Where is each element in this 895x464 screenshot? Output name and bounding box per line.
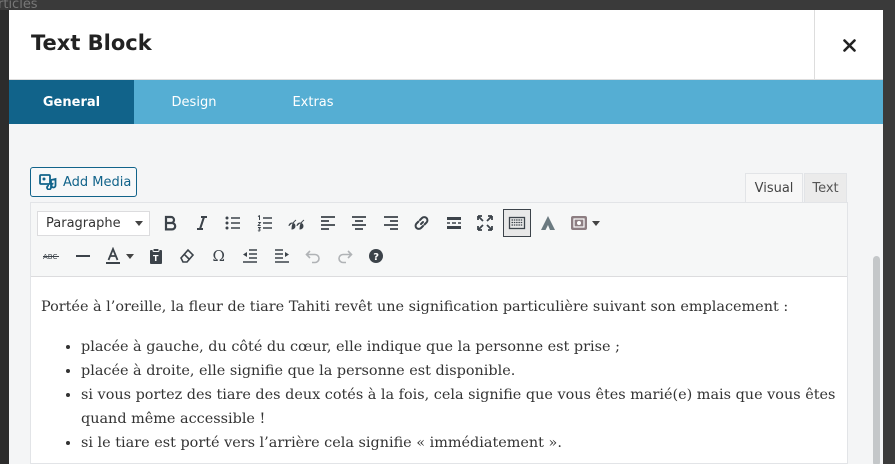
backdrop: rticles [0,0,895,12]
clear-format-icon [180,248,195,263]
editor-content[interactable]: Portée à l’oreille, la fleur de tiare Ta… [41,295,837,455]
close-icon [842,38,856,52]
modal-title: Text Block [31,31,152,55]
undo-button[interactable] [299,242,327,270]
strikethrough-icon: ABC [43,253,59,261]
tab-general[interactable]: General [9,80,134,124]
scrollbar-thumb[interactable] [873,256,880,464]
help-icon: ? [369,249,383,263]
shortcode-icon [570,216,587,230]
format-select-value: Paragraphe [46,215,121,231]
help-button[interactable]: ? [362,242,390,270]
toolbar-toggle-button[interactable] [502,209,531,237]
rich-text-editor: Paragraphe T Ω ? Portée à l’oreille, la … [30,202,848,464]
link-icon [414,216,429,230]
paste-text-icon: T [149,248,162,264]
italic-icon [196,216,207,230]
add-media-label: Add Media [63,174,132,190]
shortcode-button[interactable] [566,209,604,237]
text-color-icon [106,247,120,264]
special-char-button[interactable]: Ω [205,242,233,270]
editor-toolbar: Paragraphe T Ω ? [31,203,847,277]
fullscreen-icon [477,215,493,231]
text-block-modal: Text Block General Design Extras Add Med… [9,10,883,464]
editor-tab-visual[interactable]: Visual [745,173,803,203]
text-color-button[interactable] [100,242,138,270]
close-button[interactable] [814,10,883,80]
media-icon [39,174,57,190]
editor-tab-text[interactable]: Text [804,173,847,202]
blockquote-button[interactable] [282,209,310,237]
svg-text:Ω: Ω [212,247,224,265]
indent-icon [274,249,289,263]
tab-extras[interactable]: Extras [254,80,372,124]
align-right-icon [383,216,398,230]
bold-icon [164,215,177,231]
avada-icon [541,216,555,230]
toolbar-row-1: Paragraphe [37,208,607,238]
backdrop-right [883,10,895,464]
chevron-down-icon [126,253,134,259]
format-select[interactable]: Paragraphe [37,210,150,236]
align-left-button[interactable] [314,209,342,237]
horizontal-line-icon [75,255,90,257]
numbered-list-button[interactable] [251,209,279,237]
blockquote-icon [288,219,305,230]
outdent-icon [243,249,257,263]
content-list: placée à gauche, du côté du cœur, elle i… [81,335,837,455]
add-media-button[interactable]: Add Media [30,167,137,197]
align-left-icon [320,216,335,230]
redo-icon [337,250,353,264]
indent-button[interactable] [268,242,296,270]
bold-button[interactable] [156,209,184,237]
numbered-list-icon [256,215,272,232]
undo-icon [305,250,320,264]
strikethrough-button[interactable]: ABC [37,242,65,270]
list-item: placée à gauche, du côté du cœur, elle i… [81,335,837,359]
special-char-icon: Ω [212,247,224,265]
toolbar-row-2: ABC T Ω [37,241,394,271]
italic-button[interactable] [188,209,216,237]
redo-button[interactable] [331,242,359,270]
toolbar-toggle-icon [508,216,525,230]
read-more-button[interactable] [440,209,468,237]
bullet-list-icon [225,216,240,230]
chevron-down-icon [135,220,143,226]
intro-paragraph: Portée à l’oreille, la fleur de tiare Ta… [41,299,789,315]
align-center-button[interactable] [345,209,373,237]
fullscreen-button[interactable] [471,209,499,237]
tabs-bar: General Design Extras [9,80,883,134]
horizontal-line-button[interactable] [69,242,97,270]
avada-button[interactable] [534,209,562,237]
clear-format-button[interactable] [173,242,201,270]
tab-design[interactable]: Design [134,80,254,124]
align-right-button[interactable] [377,209,405,237]
read-more-icon [446,217,461,229]
list-item: placée à droite, elle signifie que la pe… [81,359,837,383]
content-panel: Add Media Visual Text Paragraphe T Ω ? P… [9,124,883,464]
paste-text-button[interactable]: T [142,242,170,270]
list-item: si vous portez des tiare des deux cotés … [81,383,837,431]
outdent-button[interactable] [236,242,264,270]
list-item: si le tiare est porté vers l’arrière cel… [81,431,837,455]
chevron-down-icon [591,220,600,226]
svg-text:?: ? [373,252,379,263]
align-center-icon [352,216,366,230]
link-button[interactable] [408,209,436,237]
svg-text:T: T [153,254,159,263]
bullet-list-button[interactable] [219,209,247,237]
modal-header: Text Block [9,10,883,80]
